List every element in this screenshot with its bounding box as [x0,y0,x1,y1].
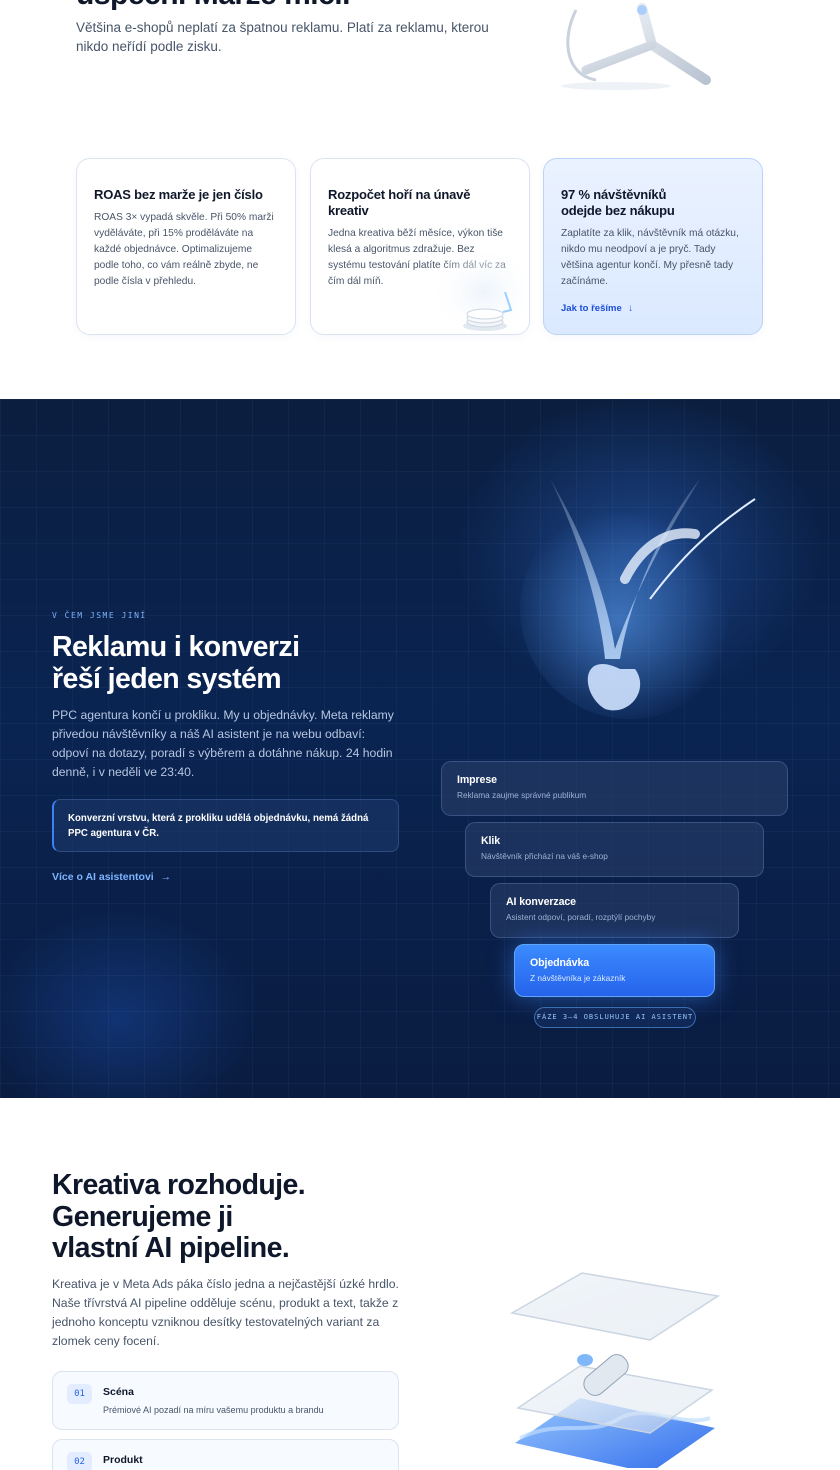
step-number: 01 [67,1384,92,1404]
heading-line: Kreativa rozhoduje. [52,1169,306,1201]
stage-desc: Z návštěvníka je zákazník [530,973,626,983]
how-we-solve-link[interactable]: Jak to řešíme ↓ [561,303,633,314]
step-desc: Prémiové AI pozadí na míru vašemu produk… [103,1405,324,1415]
heading-line: vlastní AI pipeline. [52,1232,290,1264]
funnel-stage-ai-conversation: AI konverzace Asistent odpoví, poradí, r… [490,883,739,938]
section-heading: úspěch. Marže mlčí. [76,0,350,12]
section-subtitle: PPC agentura končí u prokliku. My u obje… [52,708,394,779]
stage-title: Imprese [457,774,497,786]
step-title: Produkt [103,1454,143,1466]
problem-card-visitors: 97 % návštěvníků odejde bez nákupu Zapla… [543,158,763,335]
link-label: Více o AI asistentovi [52,871,154,883]
heading-line: Reklamu i konverzi [52,631,300,663]
funnel-stage-click: Klik Návštěvník přichází na váš e-shop [465,822,764,877]
section-subtitle: Většina e-shopů neplatí za špatnou rekla… [76,20,489,54]
stage-title: Objednávka [530,957,590,969]
pipeline-step-scene: 01 Scéna Prémiové AI pozadí na míru vaše… [52,1371,399,1430]
water-splash-illustration [520,479,756,719]
card-title-line: 97 % návštěvníků [561,187,667,202]
problem-cards: ROAS bez marže je jen číslo ROAS 3× vypa… [76,158,764,335]
ai-assistant-link[interactable]: Více o AI asistentovi → [52,871,171,883]
heading-line: Generujeme ji [52,1200,233,1233]
stage-title: AI konverzace [506,896,576,908]
system-section: V ČEM JSME JINÍ Reklamu i konverzi řeší … [0,399,840,1098]
glass-layers-illustration [509,1272,721,1468]
stage-title: Klik [481,835,501,847]
arrow-down-icon: ↓ [628,303,634,314]
problems-section: úspěch. Marže mlčí. Většina e-shopů nepl… [0,0,840,399]
heading-line: řeší jeden systém [52,663,282,695]
card-body: ROAS 3× vypadá skvěle. Při 50% marži vyd… [94,212,274,287]
section-heading: Kreativa rozhoduje. Generujeme ji vlastn… [52,1169,412,1265]
step-title: Scéna [103,1386,134,1398]
stage-desc: Reklama zaujme správné publikum [457,790,587,800]
stage-desc: Asistent odpoví, poradí, rozptýlí pochyb… [506,912,656,922]
card-title: Rozpočet hoří na únavě kreativ [328,187,471,218]
glass-pipe-illustration [561,3,711,90]
card-title: ROAS bez marže je jen číslo [94,187,263,202]
card-title: 97 % návštěvníků odejde bez nákupu [561,187,745,219]
link-label: Jak to řešíme [561,303,622,314]
section-subtitle: Kreativa je v Meta Ads páka číslo jedna … [52,1277,399,1348]
section-heading: Reklamu i konverzi řeší jeden systém [52,631,392,695]
problem-card-creative-fatigue: Rozpočet hoří na únavě kreativ Jedna kre… [310,158,530,335]
ai-phase-badge: FÁZE 3–4 OBSLUHUJE AI ASISTENT [534,1007,696,1028]
section-eyebrow: V ČEM JSME JINÍ [52,611,147,620]
card-body: Zaplatíte za klik, návštěvník má otázku,… [561,228,739,287]
creative-section: Kreativa rozhoduje. Generujeme ji vlastn… [0,1098,840,1470]
stage-desc: Návštěvník přichází na váš e-shop [481,851,608,861]
card-title-line: odejde bez nákupu [561,203,675,218]
coin-stack-illustration [427,252,523,332]
pipeline-step-product: 02 Produkt [52,1439,399,1470]
arrow-right-icon: → [160,871,172,883]
step-number: 02 [67,1452,92,1470]
funnel-stage-order: Objednávka Z návštěvníka je zákazník [514,944,715,997]
funnel-stage-impressions: Imprese Reklama zaujme správné publikum [441,761,788,816]
problem-card-roas: ROAS bez marže je jen číslo ROAS 3× vypa… [76,158,296,335]
callout-box: Konverzní vrstvu, která z prokliku udělá… [52,799,399,852]
